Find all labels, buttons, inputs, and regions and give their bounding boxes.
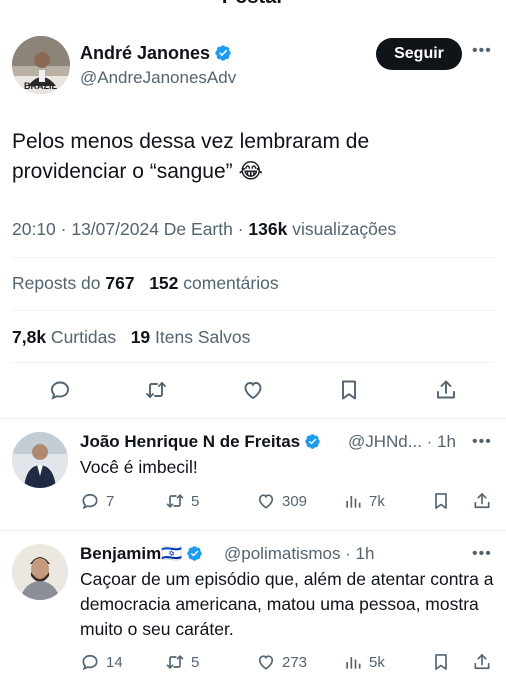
share-icon[interactable] [432, 376, 460, 404]
reply-text: Caçoar de um episódio que, além de atent… [80, 569, 494, 639]
views-icon [346, 657, 361, 669]
reply-avatar[interactable] [12, 432, 68, 488]
verified-badge-icon [214, 44, 232, 67]
repost-count: 5 [191, 492, 200, 510]
comments-count: 152 [149, 273, 179, 293]
page-title: Postar [0, 0, 506, 9]
likes-label: Curtidas [46, 327, 117, 347]
like-count: 309 [282, 492, 308, 510]
reply-author-name[interactable]: Benjamim🇮🇱 [80, 544, 203, 567]
tweet-meta: 20:10 · 13/07/2024 De Earth · 136k visua… [12, 219, 396, 240]
reply-author-handle[interactable]: @JHNd... · 1h [348, 432, 456, 452]
reposts-label: Reposts do [12, 273, 106, 293]
engagement-stats-row-2: 7,8k Curtidas 19 Itens Salvos [12, 327, 250, 348]
like-count: 273 [282, 653, 308, 671]
divider [12, 310, 494, 311]
reply-avatar[interactable] [12, 544, 68, 600]
share-icon[interactable] [472, 491, 498, 511]
reply-author-handle[interactable]: @polimatismos · 1h [224, 544, 374, 564]
reply-action-like[interactable]: 273 [256, 652, 307, 672]
reply-action-like[interactable]: 309 [256, 491, 307, 511]
author-handle[interactable]: @AndreJanonesAdv [80, 68, 236, 88]
author-name[interactable]: André Janones [80, 43, 232, 67]
divider [0, 418, 506, 419]
reposts-count: 767 [105, 273, 135, 293]
reply-text: Você é imbecil! [80, 457, 198, 477]
repost-icon [166, 494, 184, 508]
repost-count: 5 [191, 653, 200, 671]
engagement-stats-row-1: Reposts do 767 152 comentários [12, 273, 279, 294]
follow-button[interactable]: Seguir [376, 38, 462, 70]
more-options-icon[interactable]: ••• [472, 42, 492, 60]
repost-icon[interactable] [142, 376, 170, 404]
views-icon [346, 496, 361, 508]
saves-link[interactable]: 19 Itens Salvos [131, 327, 251, 347]
divider [12, 257, 494, 258]
timestamp[interactable]: 20:10 · 13/07/2024 De Earth · [12, 219, 248, 239]
view-count: 7k [369, 492, 385, 510]
like-icon [258, 494, 274, 509]
repost-icon [166, 655, 184, 669]
view-count: 5k [369, 653, 385, 671]
views-label: visualizações [287, 219, 397, 239]
verified-badge-icon [304, 433, 321, 455]
reply-action-views[interactable]: 5k [343, 652, 385, 672]
reply-action-reply[interactable]: 14 [80, 652, 123, 672]
author-name-text: André Janones [80, 43, 211, 63]
reply-icon[interactable] [46, 376, 74, 404]
views-count: 136k [248, 219, 288, 239]
comments-label: comentários [178, 273, 279, 293]
reply-author-name[interactable]: João Henrique N de Freitas [80, 432, 321, 455]
reply-action-repost[interactable]: 5 [165, 652, 199, 672]
verified-badge-icon [186, 545, 203, 567]
saves-label: Itens Salvos [150, 327, 251, 347]
avatar-caption: BRAZIL [24, 81, 57, 91]
reply-count: 7 [106, 492, 115, 510]
like-icon[interactable] [239, 376, 267, 404]
more-options-icon[interactable]: ••• [472, 433, 492, 451]
likes-count: 7,8k [12, 327, 47, 347]
bookmark-icon[interactable] [431, 652, 457, 672]
bookmark-icon[interactable] [431, 491, 457, 511]
more-options-icon[interactable]: ••• [472, 545, 492, 563]
divider [0, 530, 506, 531]
like-icon [258, 655, 274, 670]
comments-link[interactable]: 152 comentários [149, 273, 278, 293]
tweet-text: Pelos menos dessa vez lembraram de provi… [12, 130, 370, 183]
divider [12, 362, 494, 363]
reposts-link[interactable]: Reposts do 767 [12, 273, 135, 293]
share-icon[interactable] [472, 652, 498, 672]
reply-author-name-text: João Henrique N de Freitas [80, 432, 301, 451]
saves-count: 19 [130, 327, 151, 347]
author-avatar[interactable]: BRAZIL [12, 36, 70, 94]
bookmark-icon[interactable] [335, 376, 363, 404]
likes-link[interactable]: 7,8k Curtidas [12, 327, 116, 347]
reply-action-reply[interactable]: 7 [80, 491, 114, 511]
reply-icon [82, 493, 98, 510]
reply-icon [82, 654, 98, 671]
reply-author-name-text: Benjamim🇮🇱 [80, 544, 183, 563]
reply-action-views[interactable]: 7k [343, 491, 385, 511]
reply-count: 14 [106, 653, 123, 671]
reply-action-repost[interactable]: 5 [165, 491, 199, 511]
